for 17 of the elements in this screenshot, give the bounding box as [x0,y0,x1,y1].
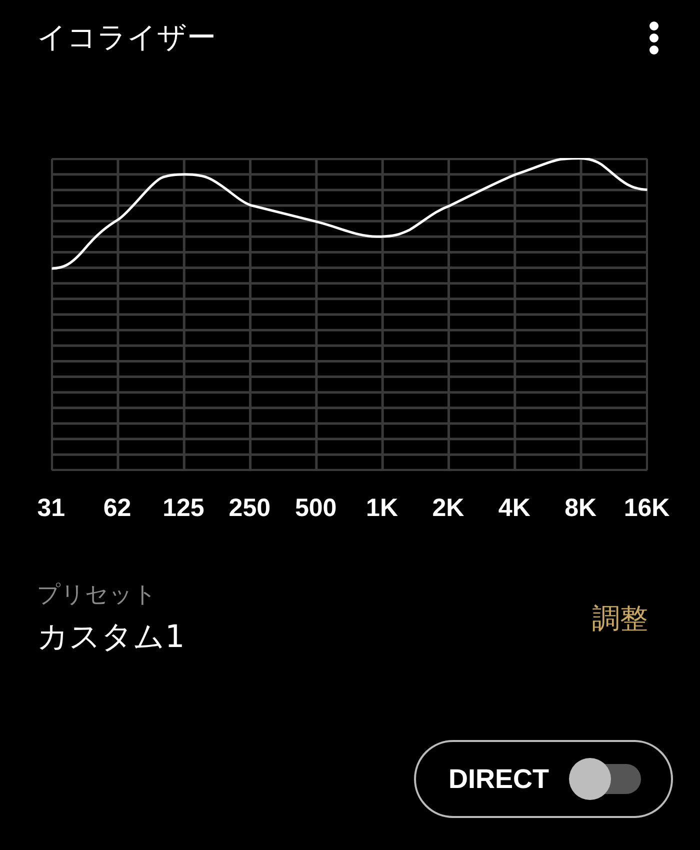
direct-switch[interactable] [569,758,641,800]
direct-label: DIRECT [448,764,549,794]
more-menu-icon[interactable] [648,21,660,55]
preset-label: プリセット [37,581,158,610]
frequency-label: 500 [294,494,338,523]
screen-title: イコライザー [37,19,216,56]
frequency-label: 62 [102,494,132,523]
frequency-label: 4K [497,494,532,523]
frequency-label: 16K [622,494,671,523]
frequency-label: 2K [431,494,466,523]
frequency-label: 125 [162,494,206,523]
preset-value[interactable]: カスタム1 [37,616,185,658]
frequency-label: 8K [564,494,598,523]
frequency-label: 1K [365,494,400,523]
adjust-button[interactable]: 調整 [592,600,648,638]
frequency-label: 250 [228,494,272,523]
frequency-label: 31 [36,494,66,523]
